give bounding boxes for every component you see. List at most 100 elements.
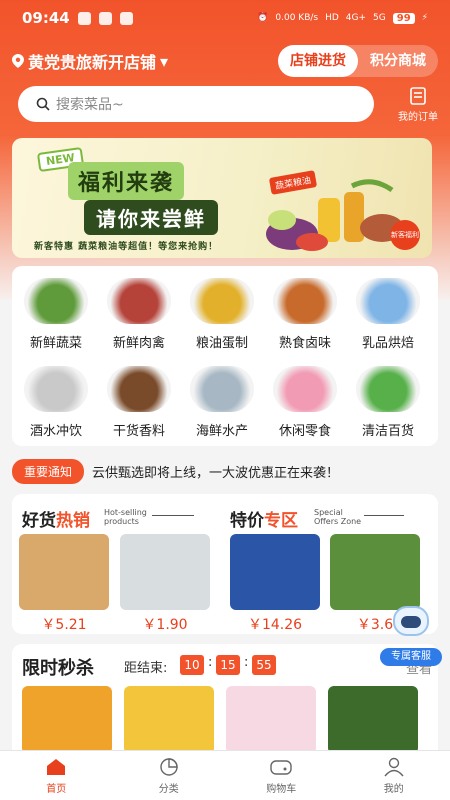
mode-switch: 店铺进货 积分商城 (278, 45, 438, 77)
product-price: ￥14.26 (247, 617, 303, 633)
bottom-navigation: 首页 分类 购物车 我的 (0, 750, 450, 800)
home-icon (47, 758, 66, 775)
charging-icon: ⚡ (421, 13, 428, 23)
top-bar: 黄党贵旅新开店铺 ▾ 店铺进货 积分商城 (12, 44, 438, 78)
product-image (19, 534, 109, 610)
hot-title-part: 好货 (22, 511, 56, 531)
category-label: 干货香料 (112, 424, 165, 439)
category-label: 酒水冲饮 (29, 424, 82, 439)
countdown-label: 距结束: (124, 661, 168, 676)
special-subtitle-line: Offers Zone (314, 517, 362, 526)
category-item[interactable]: 干货香料 (99, 366, 179, 439)
category-item[interactable]: 新鲜肉禽 (99, 278, 179, 351)
special-section-title[interactable]: 特价专区 (230, 506, 298, 531)
category-image (273, 278, 337, 324)
product-card[interactable]: ￥14.26 (230, 534, 320, 634)
network-5g: 5G (373, 13, 386, 23)
category-item[interactable]: 海鲜水产 (182, 366, 262, 439)
product-image (120, 534, 210, 610)
category-label: 粮油蛋制 (195, 336, 248, 351)
tab-profile[interactable]: 我的 (338, 751, 450, 800)
category-label: 乳品烘焙 (361, 336, 414, 351)
my-orders-button[interactable]: 我的订单 (398, 86, 438, 123)
category-item[interactable]: 熟食卤味 (265, 278, 345, 351)
category-image (356, 278, 420, 324)
featured-section: 好货热销 Hot-selling products 特价专区 Special O… (12, 494, 438, 634)
special-section-subtitle: Special Offers Zone (314, 508, 361, 526)
net-speed: 0.00 KB/s (275, 13, 319, 23)
tab-label: 购物车 (266, 783, 297, 795)
order-list-icon (410, 86, 426, 105)
special-title-part: 特价 (230, 511, 264, 531)
arrow-line (152, 515, 194, 516)
flash-product-image[interactable] (124, 686, 214, 754)
tab-label: 首页 (46, 783, 67, 795)
flash-product-image[interactable] (22, 686, 112, 754)
category-image (273, 366, 337, 412)
hd-badge: HD (325, 13, 339, 23)
app-icon (98, 11, 112, 25)
status-bar: 09:44 ⏰ 0.00 KB/s HD 4G+ 5G 99 ⚡ (0, 0, 450, 36)
hot-subtitle-line: products (104, 517, 139, 526)
hot-subtitle-line: Hot-selling (104, 508, 147, 517)
flash-sale-section: 限时秒杀 距结束: 10 : 15 : 55 查看 (12, 644, 438, 754)
category-image (190, 366, 254, 412)
category-image (24, 366, 88, 412)
tab-home[interactable]: 首页 (0, 751, 113, 800)
arrow-line (364, 515, 404, 516)
product-price: ￥1.90 (142, 617, 188, 633)
category-item[interactable]: 粮油蛋制 (182, 278, 262, 351)
search-input[interactable]: 搜索菜品~ (18, 86, 374, 122)
category-item[interactable]: 酒水冲饮 (16, 366, 96, 439)
category-item[interactable]: 乳品烘焙 (348, 278, 428, 351)
flash-product-image[interactable] (328, 686, 418, 754)
tab-points-mall[interactable]: 积分商城 (358, 45, 438, 77)
category-image (107, 366, 171, 412)
customer-service-button[interactable]: 专属客服 (380, 604, 442, 668)
store-name: 黄党贵旅新开店铺 (28, 53, 157, 72)
mail-icon (119, 11, 133, 25)
category-item[interactable]: 休闲零食 (265, 366, 345, 439)
category-label: 海鲜水产 (195, 424, 248, 439)
category-item[interactable]: 清洁百货 (348, 366, 428, 439)
chevron-down-icon: ▾ (160, 51, 169, 71)
new-customer-badge: 新客福利 (390, 220, 420, 250)
category-label: 新鲜蔬菜 (29, 336, 82, 351)
category-image (356, 366, 420, 412)
hot-section-title[interactable]: 好货热销 (22, 506, 90, 531)
product-price: ￥5.21 (41, 617, 87, 633)
tab-cart[interactable]: 购物车 (225, 751, 338, 800)
promo-banner[interactable]: NEW 福利来袭 请你来尝鲜 新客特惠 蔬菜粮油等超值！等您来抢购！ 蔬菜粮油 … (12, 138, 432, 258)
special-subtitle-line: Special (314, 508, 343, 517)
tab-category[interactable]: 分类 (113, 751, 226, 800)
search-row: 搜索菜品~ 我的订单 (18, 86, 438, 123)
tab-store-purchase[interactable]: 店铺进货 (278, 45, 358, 77)
my-orders-label: 我的订单 (398, 111, 438, 123)
banner-subheadline: 请你来尝鲜 (84, 200, 218, 235)
countdown-seconds: 55 (252, 655, 276, 675)
flash-product-image[interactable] (226, 686, 316, 754)
tab-label: 分类 (158, 783, 179, 795)
category-icon (160, 757, 178, 776)
countdown-separator: : (244, 655, 249, 670)
product-image (230, 534, 320, 610)
flash-sale-title: 限时秒杀 (22, 658, 94, 679)
product-card[interactable]: ￥1.90 (120, 534, 210, 634)
category-image (24, 278, 88, 324)
profile-icon (384, 757, 404, 776)
announcement-bar[interactable]: 重要通知 云供甄选即将上线，一大波优惠正在来袭！ (12, 456, 438, 486)
store-selector[interactable]: 黄党贵旅新开店铺 ▾ (12, 49, 168, 73)
category-label: 新鲜肉禽 (112, 336, 165, 351)
product-card[interactable]: ￥5.21 (19, 534, 109, 634)
search-placeholder: 搜索菜品~ (56, 97, 124, 113)
countdown-hours: 10 (180, 655, 204, 675)
announcement-text: 云供甄选即将上线，一大波优惠正在来袭！ (92, 465, 340, 481)
category-item[interactable]: 新鲜蔬菜 (16, 278, 96, 351)
cart-icon (270, 759, 292, 775)
announcement-badge: 重要通知 (12, 458, 85, 484)
banner-caption: 新客特惠 蔬菜粮油等超值！等您来抢购！ (34, 242, 219, 252)
product-image (330, 534, 420, 610)
category-image (107, 278, 171, 324)
countdown-minutes: 15 (216, 655, 240, 675)
category-label: 熟食卤味 (278, 336, 331, 351)
